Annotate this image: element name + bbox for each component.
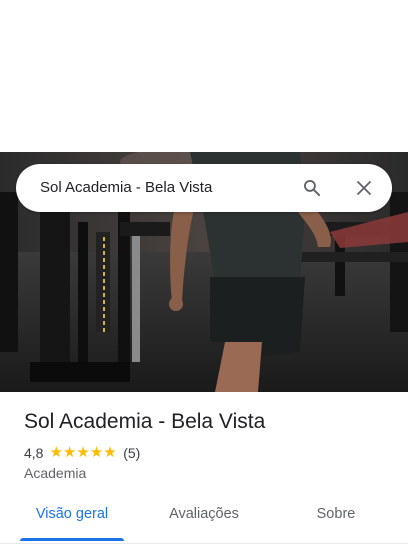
search-icon[interactable] xyxy=(300,176,324,200)
place-category[interactable]: Academia xyxy=(24,465,86,481)
rating-row[interactable]: 4,8 ★★★★★ (5) xyxy=(24,444,140,462)
tab-overview[interactable]: Visão geral xyxy=(20,496,124,544)
search-box[interactable]: Sol Academia - Bela Vista xyxy=(16,164,392,212)
star-icons: ★★★★★ xyxy=(49,444,117,461)
tab-reviews[interactable]: Avaliações xyxy=(152,496,256,544)
place-tabs: Visão geral Avaliações Sobre xyxy=(0,496,408,544)
rating-value: 4,8 xyxy=(24,445,44,461)
active-tab-indicator xyxy=(20,538,124,541)
place-title: Sol Academia - Bela Vista xyxy=(24,410,266,433)
tab-about[interactable]: Sobre xyxy=(284,496,388,544)
maps-place-page: Sol Academia - Bela Vista Sol Academia -… xyxy=(0,0,408,544)
close-icon[interactable] xyxy=(352,176,376,200)
review-count[interactable]: (5) xyxy=(123,445,140,461)
search-input[interactable]: Sol Academia - Bela Vista xyxy=(40,164,212,212)
star-rating-icons: ★★★★★ xyxy=(49,444,117,462)
